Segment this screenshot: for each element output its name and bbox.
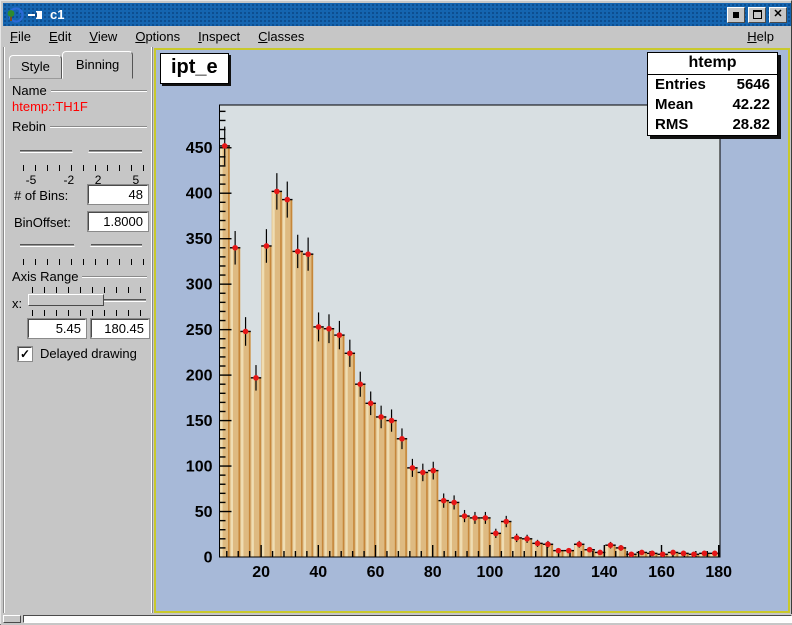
minimize-button[interactable] [727,7,745,23]
xmax-input[interactable] [91,319,149,338]
svg-text:120: 120 [534,564,561,581]
rebin-slider[interactable] [20,141,142,161]
rebin-label-minus5: -5 [26,173,37,187]
svg-text:250: 250 [186,322,213,339]
x-axis-label: x: [12,296,22,311]
maximize-icon [753,10,762,19]
svg-text:450: 450 [186,140,213,157]
menu-item-options[interactable]: Options [126,27,189,46]
histogram-editor-panel: Style Binning Name htemp::TH1F Rebin -5 … [3,47,153,613]
rebin-group-header: Rebin [12,119,147,134]
svg-text:150: 150 [186,413,213,430]
svg-text:160: 160 [648,564,675,581]
bins-label: # of Bins: [14,188,68,203]
stats-rms-value: 28.82 [732,116,770,133]
stats-mean-value: 42.22 [732,96,770,113]
tab-style[interactable]: Style [9,55,62,79]
svg-text:400: 400 [186,186,213,203]
close-button[interactable]: ✕ [769,7,787,23]
delayed-drawing-label: Delayed drawing [40,346,137,361]
axis-range-group-label: Axis Range [12,269,78,284]
x-range-thumb[interactable] [28,294,104,306]
rebin-group-label: Rebin [12,119,46,134]
stats-rms-label: RMS [655,116,688,133]
offset-slider-thumb[interactable] [74,236,91,254]
delayed-drawing-row: ✓ Delayed drawing [18,346,137,361]
stats-title: htemp [648,53,777,75]
svg-text:60: 60 [367,564,385,581]
menu-item-help[interactable]: Help [738,27,783,46]
stats-entries-label: Entries [655,76,706,93]
root-logo-icon [6,6,24,24]
group-divider [50,126,147,128]
close-icon: ✕ [773,9,782,20]
svg-text:50: 50 [195,504,213,521]
rebin-slider-thumb[interactable] [72,142,89,160]
menu-item-classes[interactable]: Classes [249,27,313,46]
x-range-slider[interactable] [28,293,146,307]
svg-text:0: 0 [204,550,213,567]
histogram-title-box[interactable]: ipt_e [160,53,229,84]
offset-slider[interactable] [20,235,142,255]
stats-box[interactable]: htemp Entries 5646 Mean 42.22 RMS 28.82 [647,52,778,136]
axis-range-group-header: Axis Range [12,269,147,284]
minimize-icon [733,12,739,18]
root-canvas[interactable]: 0 50 100 150 200 250 300 350 400 450 20 40 60 80 100 12… [154,48,790,613]
rebin-label-minus2: -2 [63,173,74,187]
group-divider [51,90,147,92]
delayed-drawing-checkbox[interactable]: ✓ [18,347,32,361]
menu-item-file[interactable]: File [3,27,40,46]
pin-icon[interactable] [28,9,44,21]
status-strip [23,615,792,623]
stats-mean-label: Mean [655,96,693,113]
root-canvas-window: c1 ✕ FileEditViewOptionsInspectClasses H… [0,0,792,625]
svg-text:200: 200 [186,368,213,385]
bottom-bar [1,614,792,625]
menubar: FileEditViewOptionsInspectClasses Help [3,26,791,47]
menu-item-edit[interactable]: Edit [40,27,80,46]
window-title: c1 [50,7,64,22]
stats-entries-value: 5646 [737,76,770,93]
xrange-ticks-bottom [32,310,146,316]
menu-item-view[interactable]: View [80,27,126,46]
offset-label: BinOffset: [14,215,71,230]
histogram-name-value: htemp::TH1F [12,99,88,114]
svg-text:180: 180 [705,564,732,581]
group-divider [82,276,147,278]
bins-input[interactable] [88,185,148,204]
xmin-input[interactable] [28,319,86,338]
svg-text:100: 100 [477,564,504,581]
editor-tabbar: Style Binning [9,51,133,79]
check-icon: ✓ [20,348,30,360]
resize-grip[interactable] [3,615,21,623]
maximize-button[interactable] [748,7,766,23]
offset-input[interactable] [88,212,148,231]
menu-item-inspect[interactable]: Inspect [189,27,249,46]
titlebar[interactable]: c1 ✕ [3,3,791,26]
svg-text:40: 40 [309,564,327,581]
svg-text:350: 350 [186,231,213,248]
svg-text:100: 100 [186,459,213,476]
name-group-header: Name [12,83,147,98]
svg-text:140: 140 [591,564,618,581]
svg-text:300: 300 [186,277,213,294]
offset-slider-ticks [23,259,145,265]
rebin-slider-ticks [23,165,145,171]
svg-text:80: 80 [424,564,442,581]
tab-binning[interactable]: Binning [62,51,133,79]
menubar-items: FileEditViewOptionsInspectClasses [3,27,313,46]
svg-text:20: 20 [252,564,270,581]
name-group-label: Name [12,83,47,98]
